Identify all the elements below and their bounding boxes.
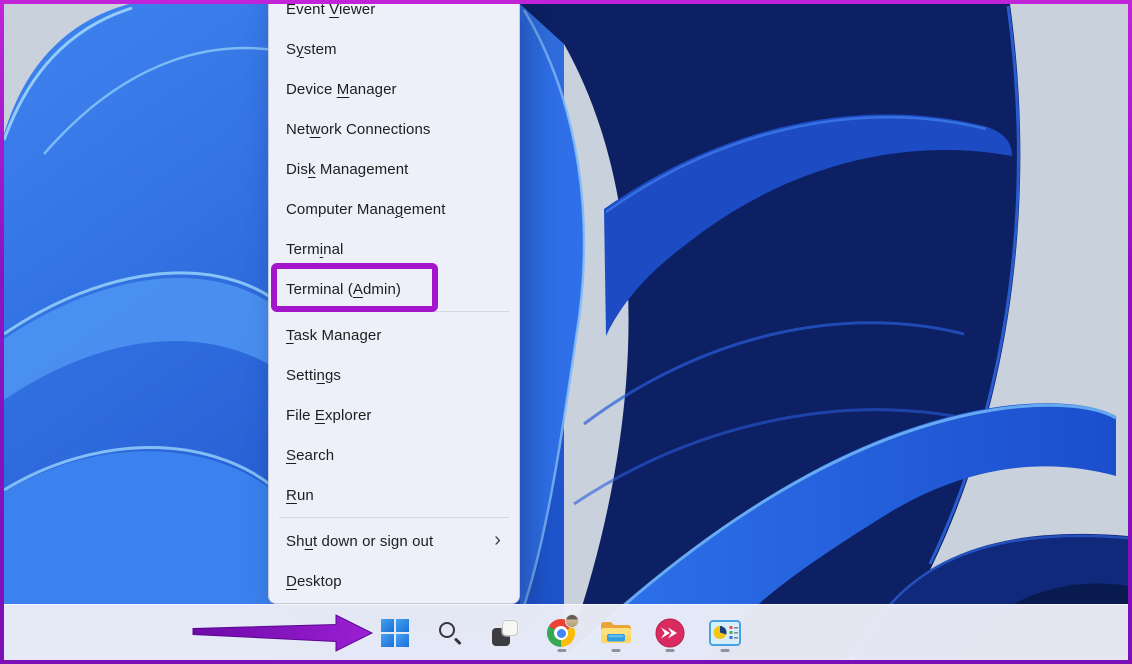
pie-chart-icon (709, 620, 741, 646)
label-fragment: File (286, 407, 315, 424)
label-fragment: S (286, 41, 296, 58)
access-key: n (317, 367, 325, 384)
menu-item-label: Network Connections (286, 121, 431, 138)
menu-item-settings[interactable]: Settings (269, 355, 519, 395)
label-fragment: Dis (286, 161, 308, 178)
access-key: E (315, 407, 325, 424)
running-indicator (666, 649, 675, 652)
label-fragment: Sh (286, 533, 305, 550)
menu-item-label: Run (286, 487, 314, 504)
taskbar-search-button[interactable] (429, 612, 471, 654)
menu-item-device-manager[interactable]: Device Manager (269, 69, 519, 109)
label-fragment: earch (296, 447, 334, 464)
label-fragment: dmin) (363, 281, 401, 298)
label-fragment: ement (403, 201, 445, 218)
access-key: D (286, 573, 297, 590)
chrome-profile-avatar (565, 614, 579, 628)
screenshot-frame: Event Viewer System Device Manager Netwo… (0, 0, 1132, 664)
label-fragment: Device (286, 81, 337, 98)
task-view-icon (491, 619, 519, 647)
menu-item-file-explorer[interactable]: File Explorer (269, 395, 519, 435)
menu-item-task-manager[interactable]: Task Manager (269, 315, 519, 355)
menu-separator (279, 311, 509, 312)
menu-separator (279, 517, 509, 518)
label-fragment: gs (325, 367, 341, 384)
menu-item-disk-management[interactable]: Disk Management (269, 149, 519, 189)
label-fragment: Management (316, 161, 409, 178)
task-view-button[interactable] (484, 612, 526, 654)
red-double-arrow-app-button[interactable] (649, 612, 691, 654)
menu-item-label: Event Viewer (286, 4, 375, 18)
menu-item-label: Terminal (286, 241, 344, 258)
label-fragment: nal (323, 241, 343, 258)
label-fragment: t down or sign out (313, 533, 433, 550)
menu-item-label: Terminal (Admin) (286, 281, 401, 298)
submenu-chevron-icon: › (494, 530, 501, 550)
menu-item-label: Shut down or sign out (286, 533, 433, 550)
access-key: u (305, 533, 313, 550)
menu-item-label: Search (286, 447, 334, 464)
menu-item-label: File Explorer (286, 407, 372, 424)
wallpaper (4, 4, 1128, 660)
menu-item-label: Settings (286, 367, 341, 384)
access-key: M (337, 81, 350, 98)
running-indicator (721, 649, 730, 652)
label-fragment: Computer Mana (286, 201, 395, 218)
winx-context-menu: Event Viewer System Device Manager Netwo… (268, 4, 520, 604)
chrome-button[interactable] (541, 612, 583, 654)
running-indicator (612, 649, 621, 652)
access-key: w (310, 121, 321, 138)
desktop-screen: Event Viewer System Device Manager Netwo… (4, 4, 1128, 660)
label-fragment: ork Connections (321, 121, 431, 138)
menu-item-event-viewer[interactable]: Event Viewer (269, 4, 519, 29)
windows-logo-icon (381, 619, 409, 647)
taskbar (4, 604, 1128, 660)
menu-item-desktop[interactable]: Desktop (269, 561, 519, 601)
label-fragment: Setti (286, 367, 317, 384)
label-fragment: esktop (297, 573, 342, 590)
chrome-icon (547, 618, 577, 648)
search-icon (437, 620, 463, 646)
menu-item-label: Disk Management (286, 161, 408, 178)
menu-item-terminal[interactable]: Terminal (269, 229, 519, 269)
menu-item-shut-down-or-sign-out[interactable]: Shut down or sign out › (269, 521, 519, 561)
start-button[interactable] (374, 612, 416, 654)
menu-item-terminal-admin[interactable]: Terminal (Admin) (269, 269, 519, 309)
label-fragment: ask Manager (294, 327, 382, 344)
label-fragment: anager (349, 81, 396, 98)
menu-item-system[interactable]: System (269, 29, 519, 69)
label-fragment: Net (286, 121, 310, 138)
label-fragment: un (297, 487, 314, 504)
menu-item-label: Task Manager (286, 327, 381, 344)
access-key: V (329, 4, 339, 18)
menu-item-label: System (286, 41, 337, 58)
double-arrow-icon (655, 618, 685, 648)
menu-item-run[interactable]: Run (269, 475, 519, 515)
menu-item-label: Computer Management (286, 201, 446, 218)
access-key: k (308, 161, 316, 178)
folder-icon (600, 620, 632, 646)
access-key: R (286, 487, 297, 504)
access-key: T (286, 327, 294, 344)
label-fragment: Event (286, 4, 329, 18)
label-fragment: Term (286, 241, 320, 258)
menu-item-network-connections[interactable]: Network Connections (269, 109, 519, 149)
menu-item-search[interactable]: Search (269, 435, 519, 475)
menu-item-computer-management[interactable]: Computer Management (269, 189, 519, 229)
label-fragment: xplorer (325, 407, 372, 424)
access-key: S (286, 447, 296, 464)
running-indicator (558, 649, 567, 652)
menu-item-label: Device Manager (286, 81, 397, 98)
label-fragment: Terminal ( (286, 281, 353, 298)
label-fragment: stem (304, 41, 337, 58)
access-key: A (353, 281, 363, 298)
label-fragment: iewer (339, 4, 375, 18)
pie-chart-app-button[interactable] (704, 612, 746, 654)
access-key: y (296, 41, 304, 58)
menu-item-label: Desktop (286, 573, 342, 590)
file-explorer-button[interactable] (595, 612, 637, 654)
